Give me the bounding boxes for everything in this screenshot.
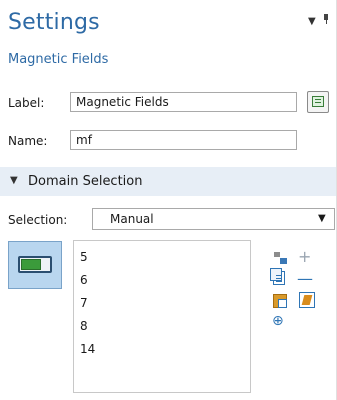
remove-icon[interactable]: — — [297, 271, 313, 287]
list-item[interactable]: 5 — [80, 250, 88, 264]
name-caption: Name: — [8, 134, 48, 148]
clear-icon[interactable] — [299, 292, 315, 308]
page-title: Settings — [8, 10, 100, 35]
paste-selection-icon[interactable] — [273, 251, 289, 267]
list-item[interactable]: 8 — [80, 319, 88, 333]
section-title: Domain Selection — [28, 174, 143, 189]
toggle-knob — [21, 259, 41, 270]
dropdown-arrow-icon[interactable]: ▼ — [318, 213, 326, 224]
name-input[interactable]: mf — [70, 130, 297, 150]
label-edit-button[interactable] — [307, 91, 329, 113]
label-edit-icon — [312, 96, 324, 107]
label-caption: Label: — [8, 96, 45, 110]
list-item[interactable]: 7 — [80, 296, 88, 310]
list-item[interactable]: 14 — [80, 342, 95, 356]
selection-list[interactable] — [73, 240, 251, 393]
page-subtitle: Magnetic Fields — [8, 52, 109, 67]
paste-icon[interactable] — [273, 292, 287, 308]
add-icon[interactable]: + — [298, 249, 314, 265]
pin-icon[interactable] — [323, 14, 329, 24]
collapse-icon[interactable]: ▼ — [10, 175, 18, 186]
zoom-to-selection-icon[interactable]: ⊕ — [272, 313, 288, 329]
label-input[interactable]: Magnetic Fields — [70, 92, 297, 112]
copy-icon[interactable] — [270, 268, 285, 285]
list-item[interactable]: 6 — [80, 273, 88, 287]
selection-dropdown-value: Manual — [110, 212, 154, 226]
selection-caption: Selection: — [8, 213, 68, 227]
active-toggle-button[interactable] — [8, 241, 62, 289]
window-menu-icon[interactable]: ▼ — [308, 16, 316, 27]
